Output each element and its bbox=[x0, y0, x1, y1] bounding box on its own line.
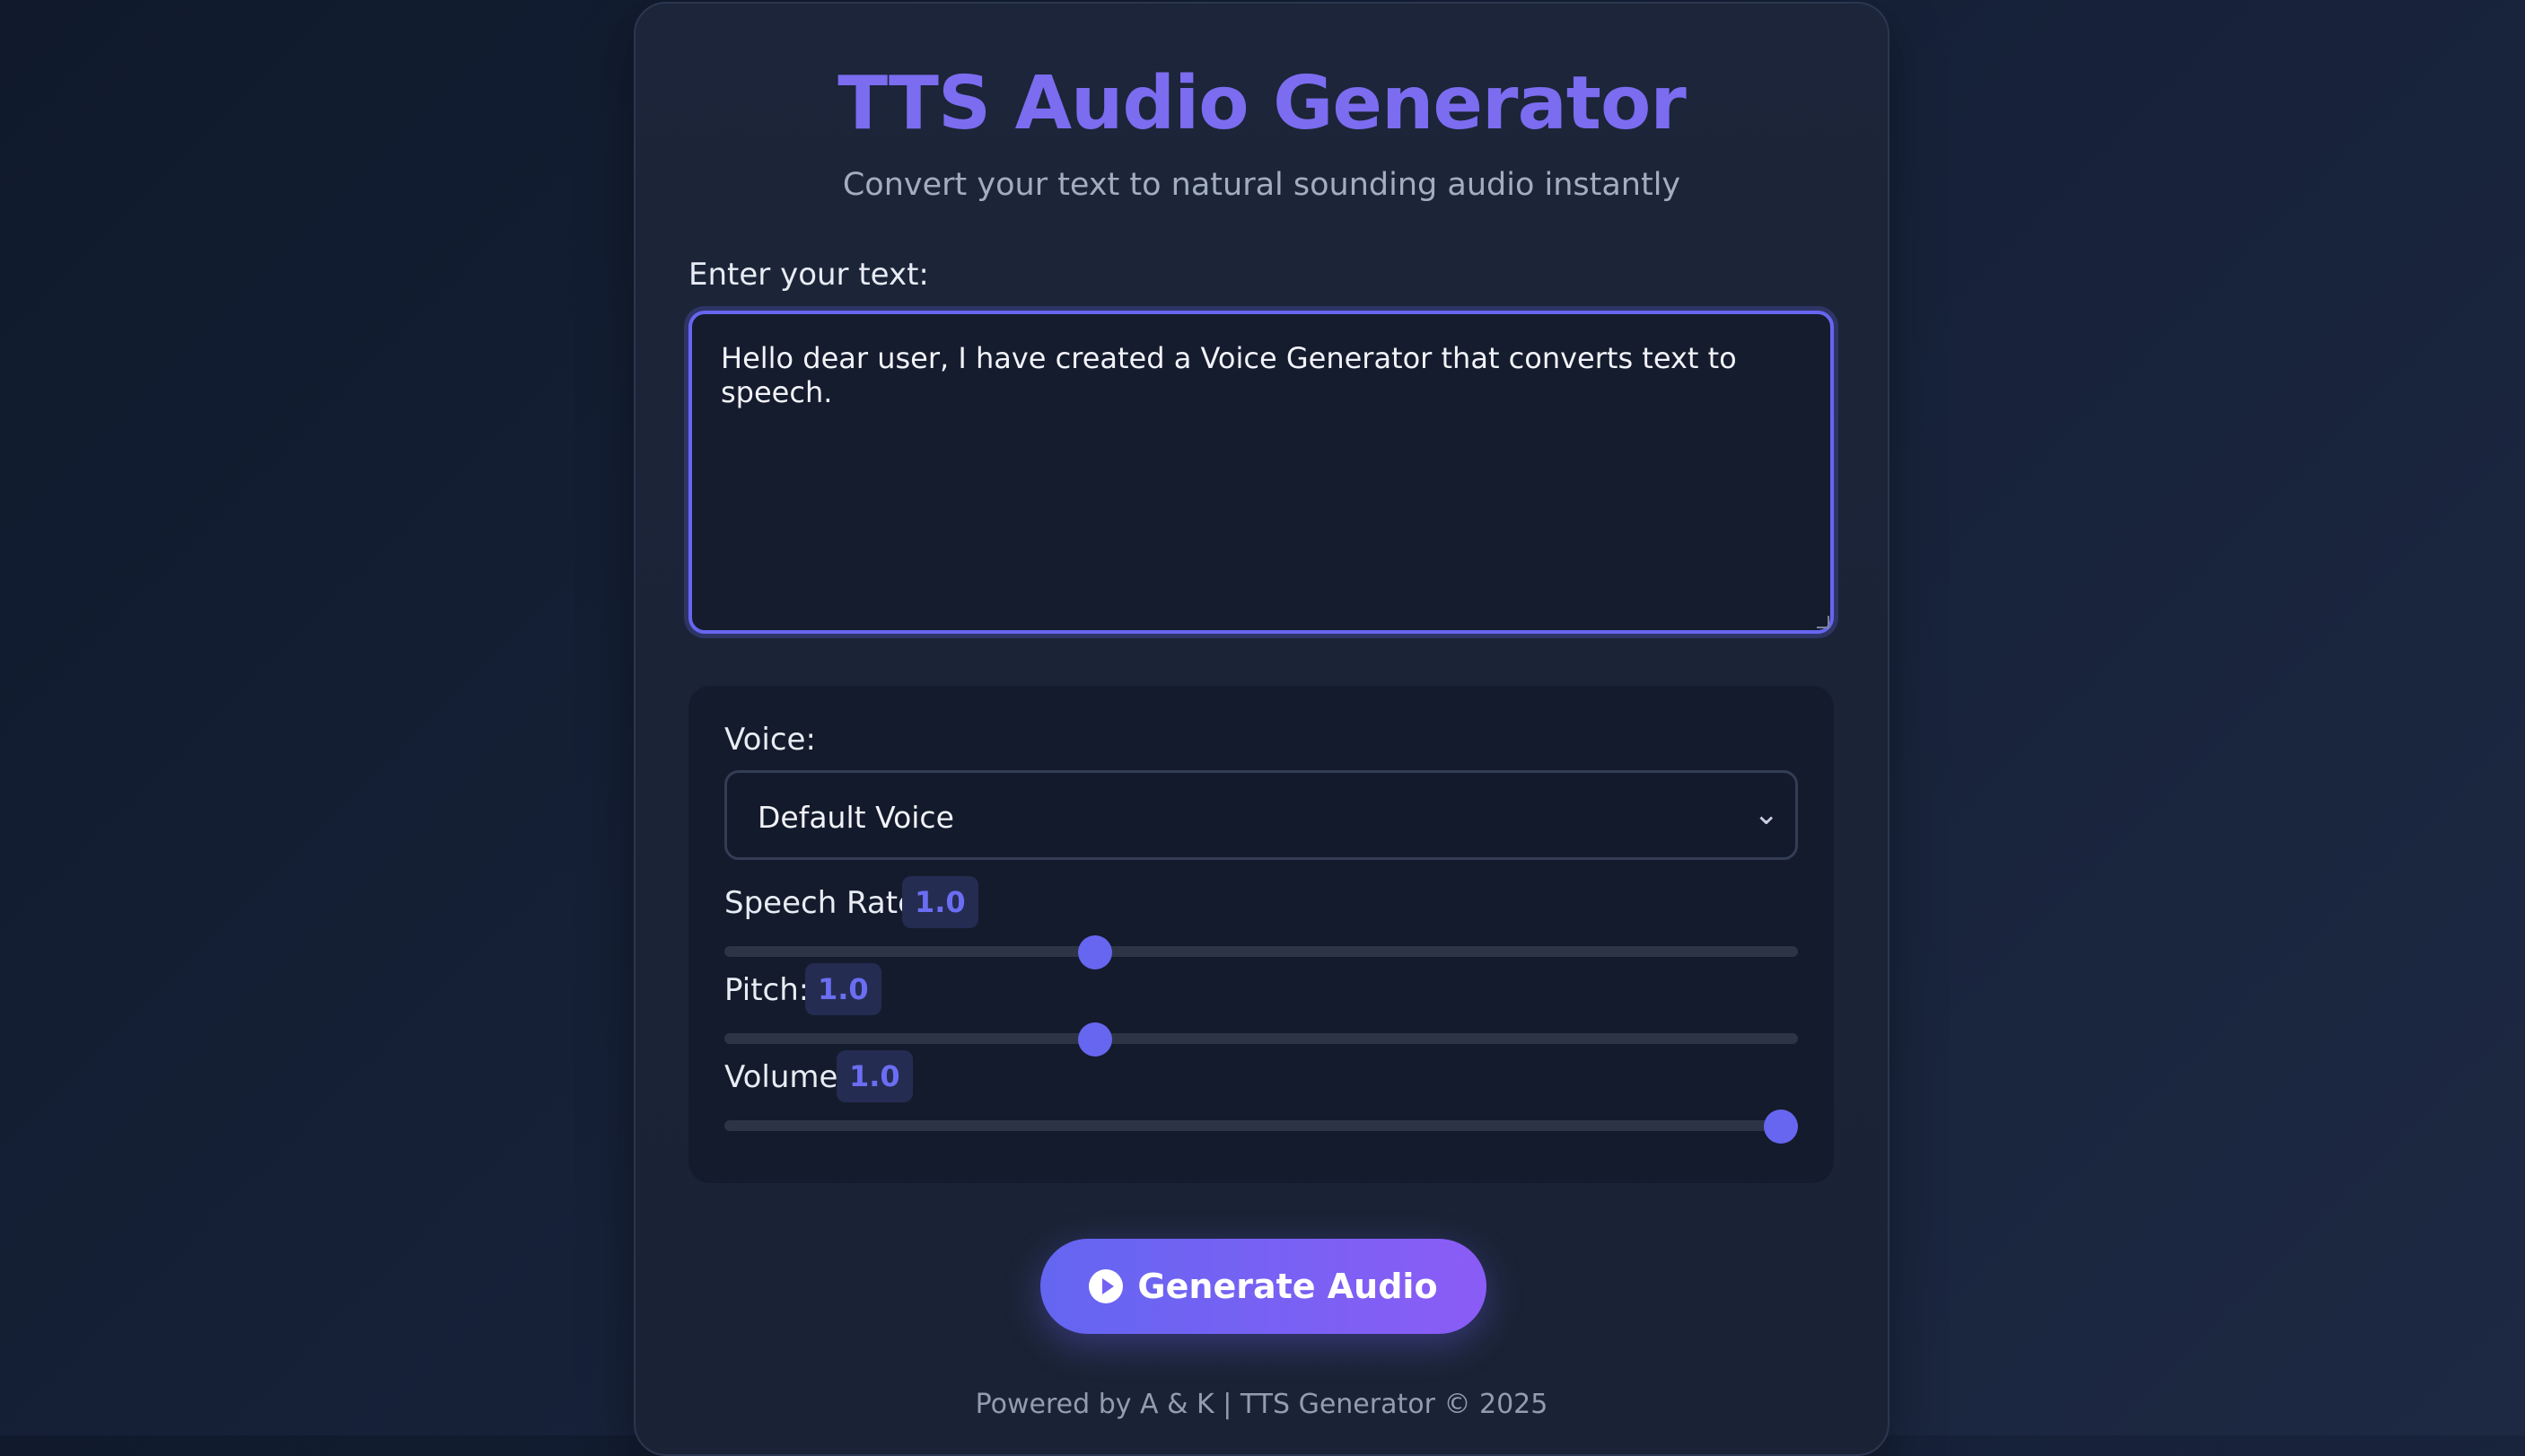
play-circle-icon bbox=[1089, 1269, 1124, 1303]
page-subtitle: Convert your text to natural sounding au… bbox=[842, 167, 1681, 203]
pitch-slider-track[interactable] bbox=[724, 1033, 1798, 1044]
page-title: TTS Audio Generator bbox=[837, 61, 1687, 146]
text-input[interactable]: Hello dear user, I have created a Voice … bbox=[688, 311, 1834, 634]
footer-text: Powered by A & K | TTS Generator © 2025 bbox=[975, 1389, 1548, 1420]
volume-row: Volume: 1.0 bbox=[724, 1050, 1798, 1144]
speech-rate-row: Speech Rate: 1.0 bbox=[724, 876, 1798, 969]
pitch-row: Pitch: 1.0 bbox=[724, 963, 1798, 1057]
pitch-value-badge: 1.0 bbox=[805, 963, 881, 1015]
volume-slider-track[interactable] bbox=[724, 1120, 1798, 1131]
chevron-down-icon: ⌄ bbox=[1753, 796, 1780, 832]
speech-rate-value-badge: 1.0 bbox=[902, 876, 978, 928]
voice-label: Voice: bbox=[724, 722, 816, 758]
generate-audio-label: Generate Audio bbox=[1137, 1267, 1438, 1306]
volume-value-badge: 1.0 bbox=[837, 1050, 913, 1102]
voice-select[interactable]: Default Voice ⌄ bbox=[724, 770, 1798, 860]
pitch-label: Pitch: bbox=[724, 972, 810, 1008]
speech-rate-label: Speech Rate: bbox=[724, 885, 927, 921]
voice-select-value: Default Voice bbox=[758, 800, 954, 835]
volume-slider-thumb[interactable] bbox=[1764, 1110, 1798, 1144]
settings-panel: Voice: Default Voice ⌄ Speech Rate: 1.0 … bbox=[688, 686, 1834, 1183]
resize-handle-icon[interactable] bbox=[1817, 616, 1829, 628]
speech-rate-slider-track[interactable] bbox=[724, 946, 1798, 957]
tts-card: TTS Audio Generator Convert your text to… bbox=[634, 2, 1889, 1456]
generate-audio-button[interactable]: Generate Audio bbox=[1040, 1239, 1486, 1334]
text-input-label: Enter your text: bbox=[688, 257, 929, 293]
volume-label: Volume: bbox=[724, 1059, 848, 1095]
